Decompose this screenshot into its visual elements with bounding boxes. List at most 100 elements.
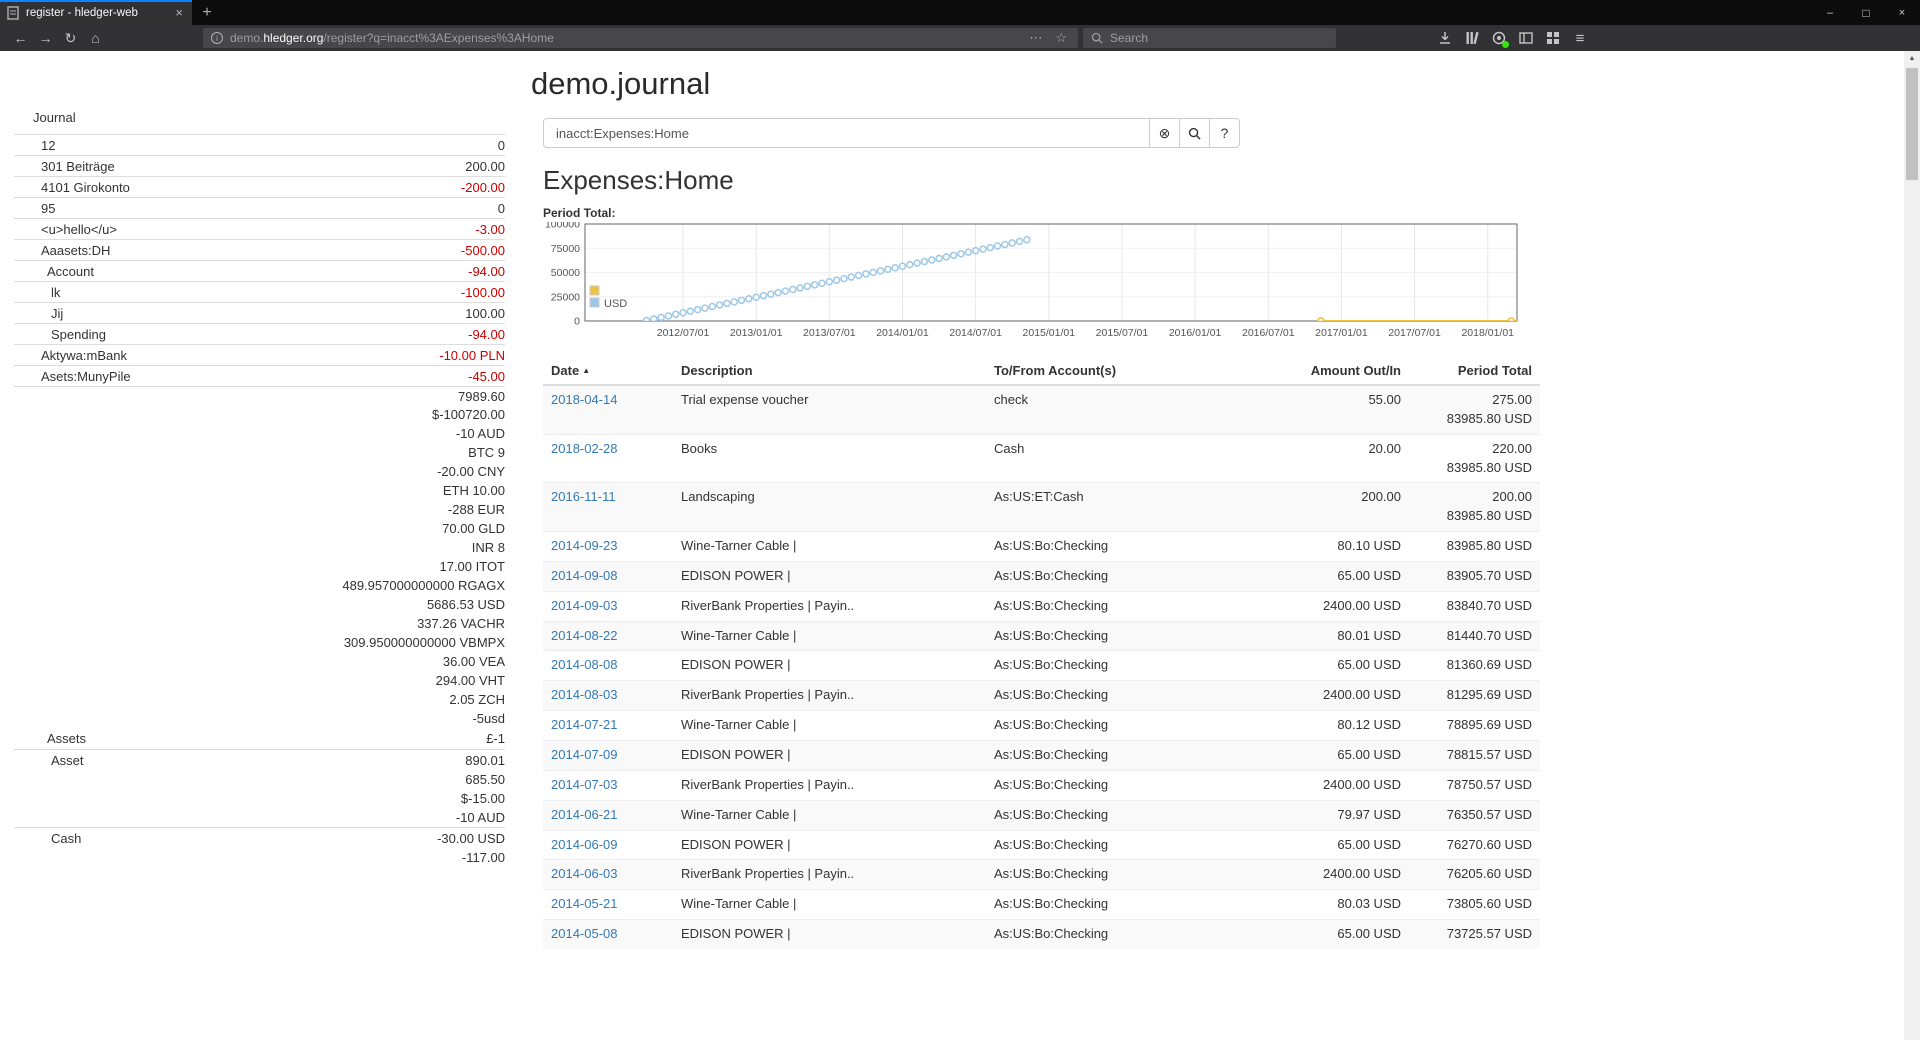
transaction-date-link[interactable]: 2014-07-03 [551,777,618,792]
forward-icon[interactable]: → [33,25,58,51]
transaction-date-link[interactable]: 2014-07-21 [551,717,618,732]
search-form: ⊗ ? [543,118,1240,148]
register-main: demo.journal ⊗ ? Expenses:Home Period To… [515,51,1920,1040]
account-name[interactable]: Account [14,264,468,279]
sidebar-account-row: -117.00 [14,848,505,867]
page-scrollbar[interactable]: ▲ [1904,51,1920,1040]
transaction-date-link[interactable]: 2014-09-03 [551,598,618,613]
site-info-icon[interactable]: i [211,32,223,44]
transaction-date-link[interactable]: 2014-08-22 [551,628,618,643]
page-content: ▲ Journal 120301 Beiträge200.004101 Giro… [0,51,1920,1040]
column-date[interactable]: Date▲ [543,357,673,385]
transaction-date-link[interactable]: 2014-05-08 [551,926,618,941]
minimize-button[interactable]: – [1812,0,1848,25]
account-name[interactable]: Asset [14,753,465,768]
account-name[interactable]: 301 Beiträge [14,159,465,174]
transaction-date-link[interactable]: 2014-09-08 [551,568,618,583]
svg-text:2018/01/01: 2018/01/01 [1461,327,1514,339]
toolbar-icons: ≡ [1436,29,1589,47]
scroll-up-icon[interactable]: ▲ [1904,51,1920,67]
transaction-date-link[interactable]: 2014-06-09 [551,837,618,852]
sidebar-account-row: -20.00 CNY [14,462,505,481]
register-row: 2014-06-21Wine-Tarner Cable |As:US:Bo:Ch… [543,800,1540,830]
period-total: 220.0083985.80 USD [1409,434,1540,483]
column-description: Description [673,357,986,385]
account-name[interactable]: 12 [14,138,498,153]
library-icon[interactable] [1463,29,1481,47]
browser-search-bar[interactable]: Search [1083,28,1336,48]
transaction-date-link[interactable]: 2016-11-11 [551,489,616,504]
tab-close-icon[interactable]: × [173,5,185,20]
maximize-button[interactable]: □ [1848,0,1884,25]
account-name[interactable]: Jij [14,306,465,321]
account-name[interactable]: Cash [14,831,437,846]
sidebar-account-row: 4101 Girokonto-200.00 [14,176,505,197]
scrollbar-thumb[interactable] [1906,68,1918,180]
transaction-description: EDISON POWER | [673,920,986,949]
bookmark-star-icon[interactable]: ☆ [1052,30,1070,46]
period-total: 73805.60 USD [1409,890,1540,920]
account-name[interactable]: lk [14,285,461,300]
period-total: 81440.70 USD [1409,621,1540,651]
account-balance: 685.50 [465,772,505,787]
transaction-date-link[interactable]: 2014-08-08 [551,657,618,672]
download-icon[interactable] [1436,29,1454,47]
account-name[interactable]: <u>hello</u> [14,222,475,237]
sidebar-account-row: 950 [14,197,505,218]
transaction-accounts: As:US:Bo:Checking [986,830,1289,860]
account-name[interactable]: Assets [14,731,486,746]
account-name[interactable]: 4101 Girokonto [14,180,461,195]
account-name[interactable]: Spending [14,327,468,342]
account-balance: -94.00 [468,264,505,279]
account-name[interactable]: Aktywa:mBank [14,348,439,363]
register-table: Date▲ Description To/From Account(s) Amo… [543,357,1540,949]
extension-badge-icon[interactable] [1490,29,1508,47]
period-total: 81360.69 USD [1409,651,1540,681]
transaction-date-link[interactable]: 2014-09-23 [551,538,618,553]
svg-text:0: 0 [574,316,580,328]
url-bar[interactable]: i demo.hledger.org/register?q=inacct%3AE… [203,28,1078,48]
transaction-date-link[interactable]: 2014-08-03 [551,687,618,702]
close-button[interactable]: × [1884,0,1920,25]
account-name[interactable]: 95 [14,201,498,216]
svg-text:2014/07/01: 2014/07/01 [949,327,1002,339]
transaction-date-link[interactable]: 2014-06-03 [551,866,618,881]
transaction-accounts: Cash [986,434,1289,483]
sidebar-account-row: 337.26 VACHR [14,614,505,633]
reload-icon[interactable]: ↻ [58,25,83,51]
account-name[interactable]: Asets:MunyPile [14,369,468,384]
transaction-amount: 65.00 USD [1289,920,1409,949]
sidebar-toggle-icon[interactable] [1517,29,1535,47]
transaction-date-link[interactable]: 2018-02-28 [551,441,618,456]
account-name[interactable]: Aaasets:DH [14,243,461,258]
period-total: 78750.57 USD [1409,770,1540,800]
transaction-accounts: As:US:Bo:Checking [986,800,1289,830]
sidebar-account-row: 17.00 ITOT [14,557,505,576]
transaction-date-link[interactable]: 2014-07-09 [551,747,618,762]
clear-query-button[interactable]: ⊗ [1149,118,1180,148]
page-actions-icon[interactable]: ⋯ [1026,30,1045,46]
svg-text:25000: 25000 [551,291,580,303]
transaction-date-link[interactable]: 2014-05-21 [551,896,618,911]
help-button[interactable]: ? [1209,118,1240,148]
search-button[interactable] [1179,118,1210,148]
back-icon[interactable]: ← [8,25,33,51]
journal-link[interactable]: Journal [14,110,505,125]
browser-tab[interactable]: register - hledger-web × [0,0,192,25]
tab-title: register - hledger-web [26,7,166,19]
menu-icon[interactable]: ≡ [1571,29,1589,47]
transaction-date-link[interactable]: 2018-04-14 [551,392,618,407]
sidebar-account-row: ETH 10.00 [14,481,505,500]
register-row: 2018-02-28BooksCash20.00220.0083985.80 U… [543,434,1540,483]
transaction-description: Trial expense voucher [673,385,986,434]
sidebar-account-row: Spending-94.00 [14,323,505,344]
account-balance: $-100720.00 [432,407,505,422]
transaction-date-link[interactable]: 2014-06-21 [551,807,618,822]
transaction-amount: 79.97 USD [1289,800,1409,830]
home-icon[interactable]: ⌂ [83,25,108,51]
new-tab-button[interactable]: + [192,0,222,25]
grid-icon[interactable] [1544,29,1562,47]
sidebar-account-row: 5686.53 USD [14,595,505,614]
query-input[interactable] [543,118,1150,148]
transaction-description: Wine-Tarner Cable | [673,621,986,651]
